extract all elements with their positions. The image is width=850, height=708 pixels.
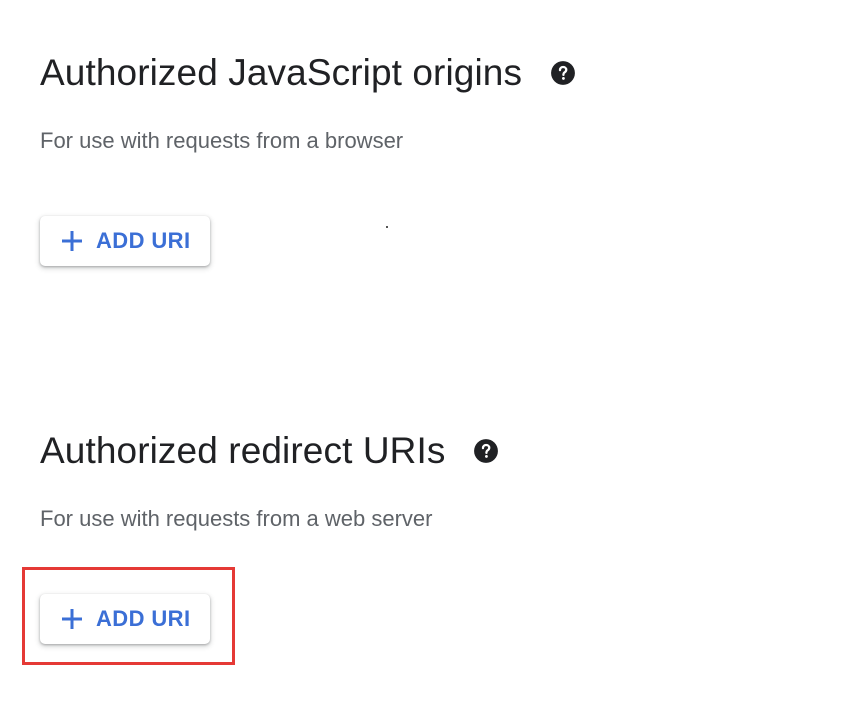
js-origins-title: Authorized JavaScript origins	[40, 52, 523, 93]
redirect-uris-section: Authorized redirect URIs For use with re…	[40, 426, 499, 644]
js-origins-section: Authorized JavaScript origins For use wi…	[40, 48, 576, 266]
redirect-uris-description: For use with requests from a web server	[40, 506, 433, 531]
add-js-origin-uri-button[interactable]: ADD URI	[40, 216, 210, 266]
add-uri-label: ADD URI	[96, 228, 191, 253]
help-circle-icon[interactable]	[550, 60, 576, 86]
help-circle-icon[interactable]	[473, 438, 499, 464]
plus-icon	[60, 229, 84, 253]
highlight-annotation-box	[22, 567, 235, 665]
stray-dot	[386, 226, 388, 228]
redirect-uris-heading-row: Authorized redirect URIs	[40, 426, 499, 476]
redirect-uris-title: Authorized redirect URIs	[40, 430, 446, 471]
js-origins-heading-row: Authorized JavaScript origins	[40, 48, 576, 98]
js-origins-description: For use with requests from a browser	[40, 128, 404, 153]
